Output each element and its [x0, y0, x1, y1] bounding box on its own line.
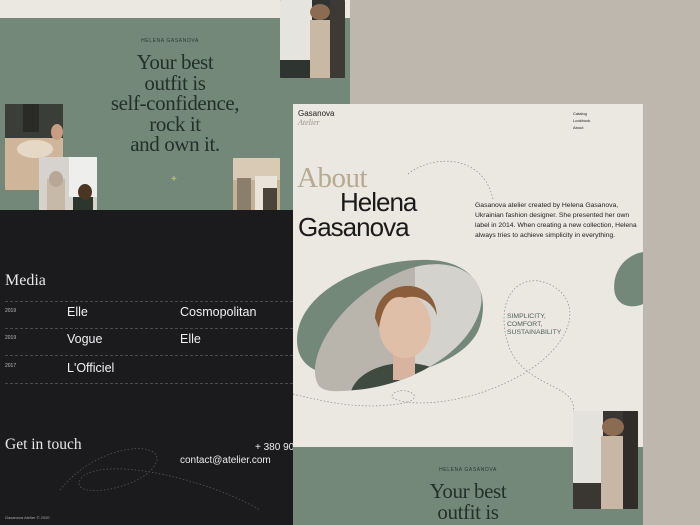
about-name: Helena Gasanova — [298, 189, 417, 242]
media-row: 2017 L'Officiel — [5, 357, 295, 384]
value-item: SUSTAINABILITY — [507, 329, 562, 336]
paragraph-line: Ukrainian fashion designer. She presente… — [475, 212, 630, 219]
hero-title: Your best outfit is self-confidence, roc… — [60, 52, 290, 155]
divider — [5, 383, 293, 384]
hero-title-line: outfit is — [437, 499, 499, 524]
hero-title-line: outfit is — [144, 70, 206, 95]
portrait-blob — [297, 259, 483, 392]
hero-subtitle-repeat: HELENA GASANOVA — [439, 467, 497, 473]
media-link[interactable]: Elle — [67, 305, 88, 319]
about-page-preview: Gasanova Atelier Catalog Lookbook About … — [293, 104, 643, 525]
value-item: SIMPLICITY, — [507, 313, 546, 320]
media-row: 2019 Elle Cosmopolitan — [5, 302, 295, 329]
divider — [5, 355, 293, 356]
footer-copyright: Gasanova Atelier © 2020 — [5, 515, 50, 520]
media-year: 2019 — [5, 335, 17, 341]
media-title: Media — [5, 272, 46, 289]
paragraph-line: label in 2014. When creating a new colle… — [475, 222, 637, 229]
hero-title-line: self-confidence, — [110, 91, 240, 115]
paragraph-line: always tries to achieve simplicity in ev… — [475, 232, 616, 239]
decorative-curve — [59, 448, 261, 511]
value-item: COMFORT, — [507, 321, 543, 328]
media-link[interactable]: Vogue — [67, 332, 102, 346]
hero-title-line: rock it — [149, 111, 201, 136]
media-year: 2019 — [5, 308, 17, 314]
hero-title-line: and own it. — [130, 132, 220, 156]
tailor-photo-top — [280, 0, 345, 78]
hero-subtitle: HELENA GASANOVA — [141, 38, 199, 44]
green-blob-right — [614, 252, 643, 307]
sparkle-icon: + — [171, 174, 177, 185]
hero-title-line: Your best — [429, 479, 507, 503]
about-paragraph: Gasanova atelier created by Helena Gasan… — [475, 201, 640, 241]
media-link[interactable]: L'Officiel — [67, 361, 114, 375]
hero-title-repeat: Your best outfit is — [353, 481, 583, 522]
hero-title-line: Your best — [136, 50, 214, 74]
paragraph-line: Gasanova atelier created by Helena Gasan… — [475, 202, 619, 209]
about-name-line: Gasanova — [298, 212, 410, 242]
media-year: 2017 — [5, 363, 17, 369]
values-list: SIMPLICITY, COMFORT, SUSTAINABILITY — [507, 313, 561, 337]
media-link[interactable]: Elle — [180, 332, 201, 346]
media-row: 2019 Vogue Elle — [5, 329, 295, 356]
media-link[interactable]: Cosmopolitan — [180, 305, 256, 319]
